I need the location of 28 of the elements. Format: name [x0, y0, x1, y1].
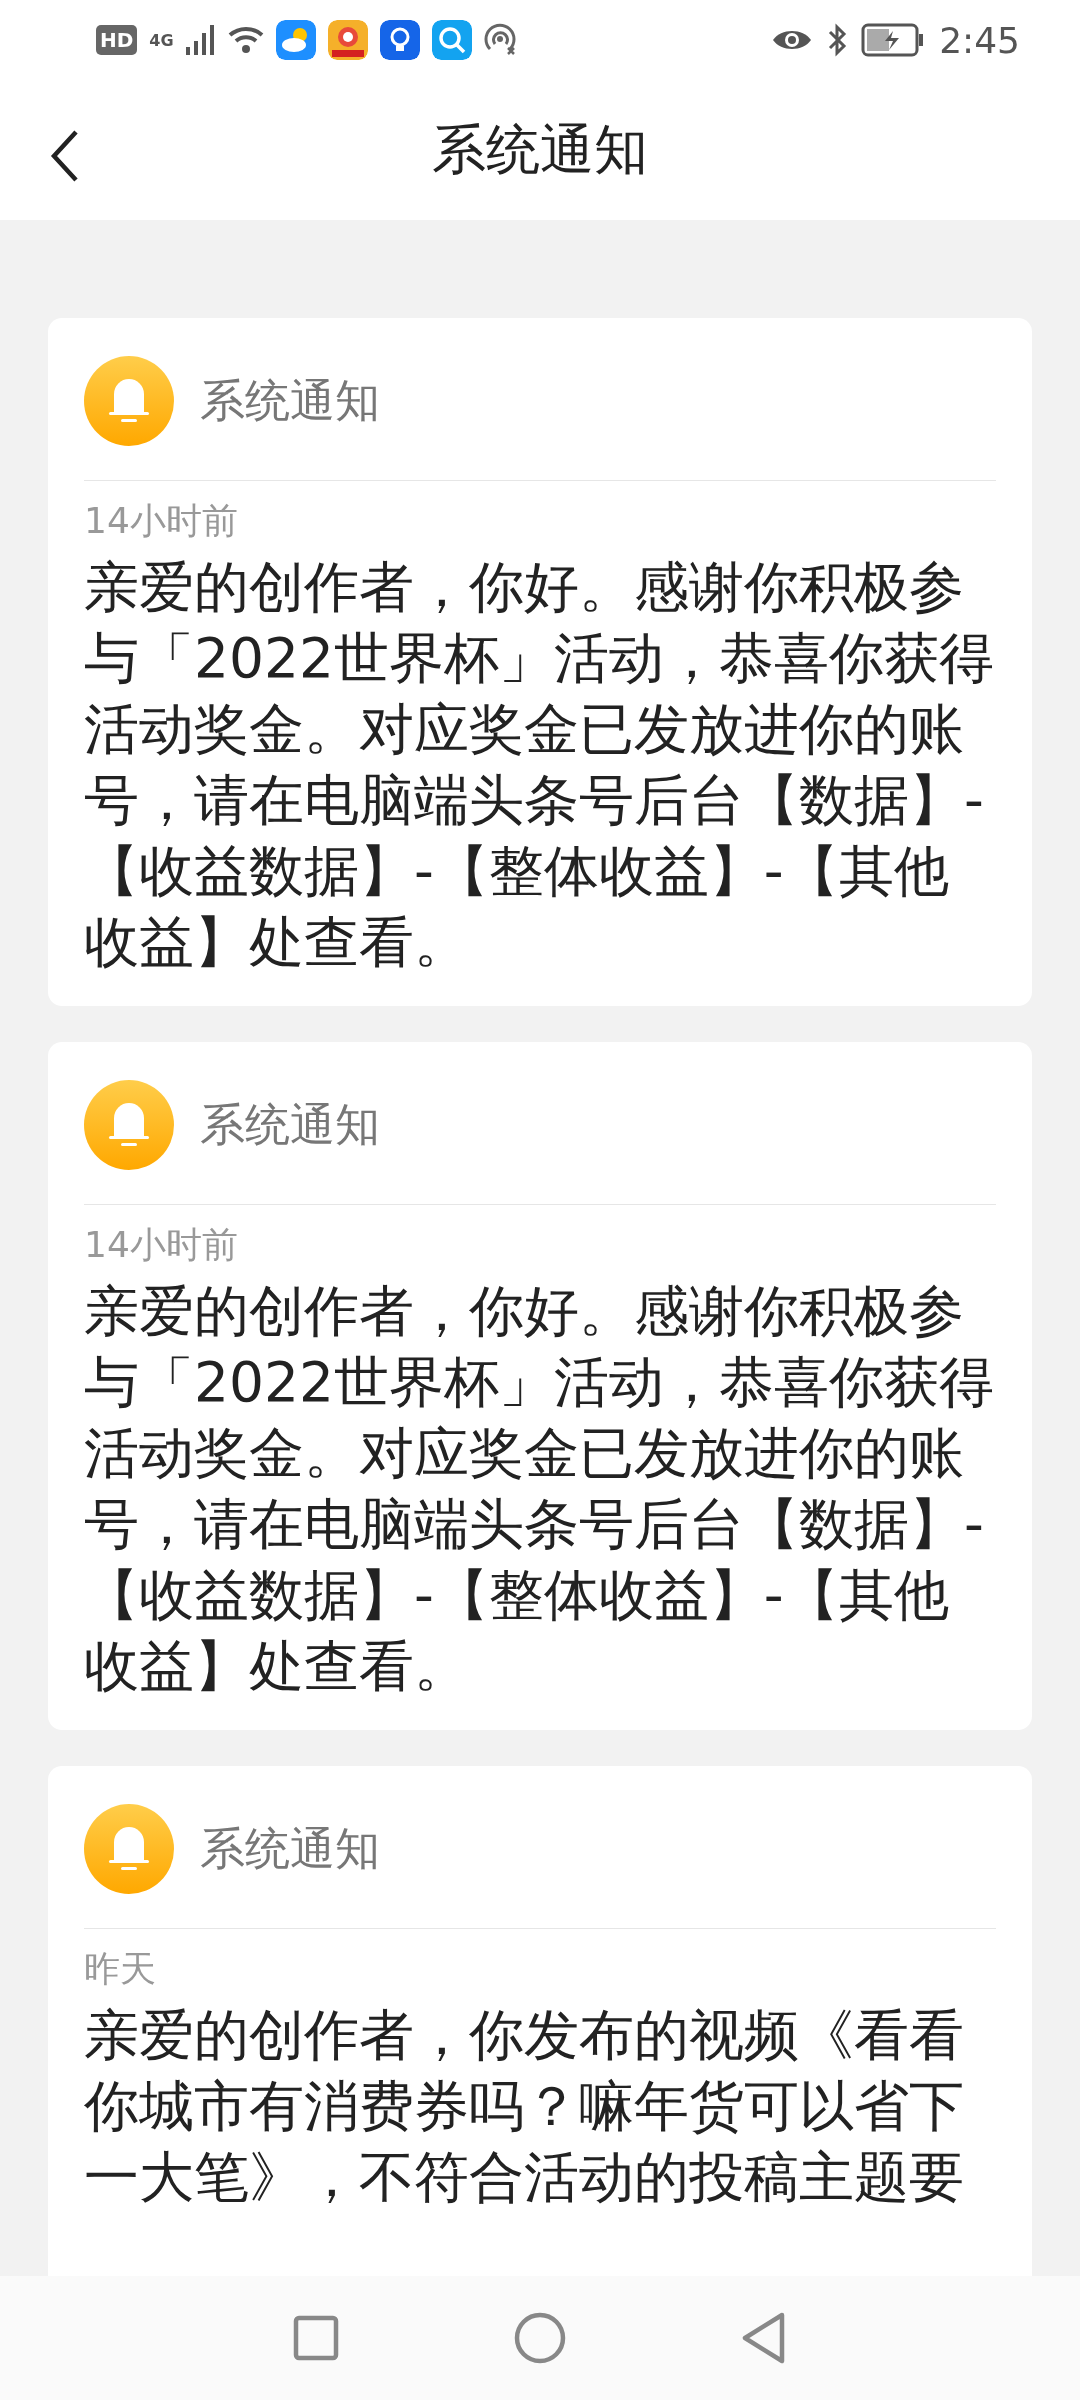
bulb-app-icon [379, 20, 420, 60]
sender-name: 系统通知 [200, 1821, 380, 1877]
network-type: 4G [149, 30, 174, 50]
search-app-icon [431, 20, 472, 60]
clock-time: 2:45 [939, 19, 1020, 61]
hotspot-icon [483, 23, 518, 57]
bell-icon [84, 356, 174, 446]
bluetooth-icon [827, 22, 848, 58]
bell-icon [84, 1804, 174, 1894]
notice-time: 昨天 [84, 1947, 157, 1991]
recents-button[interactable] [293, 2315, 339, 2361]
notice-text: 亲爱的创作者，你发布的视频《看看你城市有消费券吗？嘛年货可以省下一大笔》，不符合活动的投稿主题要 [84, 2002, 965, 2211]
notice-time: 14小时前 [84, 1223, 239, 1267]
page-title: 系统通知 [432, 116, 648, 183]
home-button[interactable] [514, 2312, 566, 2364]
hd-badge: HD [96, 25, 138, 55]
notice-time: 14小时前 [84, 499, 239, 543]
game-app-icon [327, 20, 368, 60]
wifi-icon [227, 25, 264, 55]
sender-name: 系统通知 [200, 373, 380, 429]
signal-icon [185, 25, 216, 55]
back-nav-button[interactable] [741, 2312, 787, 2364]
weather-app-icon [275, 20, 316, 60]
bell-icon [84, 1080, 174, 1170]
notice-text: 亲爱的创作者，你好。感谢你积极参与「2022世界杯」活动，恭喜你获得活动奖金。对应奖金已发放进你的账号，请在电脑端头条号后台【数据】-【收益数据】-【整体收益】-【其他收益】处查看。 [84, 554, 995, 976]
sender-name: 系统通知 [200, 1097, 380, 1153]
battery-icon [861, 23, 926, 57]
notice-text: 亲爱的创作者，你好。感谢你积极参与「2022世界杯」活动，恭喜你获得活动奖金。对应奖金已发放进你的账号，请在电脑端头条号后台【数据】-【收益数据】-【整体收益】-【其他收益】处查看。 [84, 1278, 995, 1700]
